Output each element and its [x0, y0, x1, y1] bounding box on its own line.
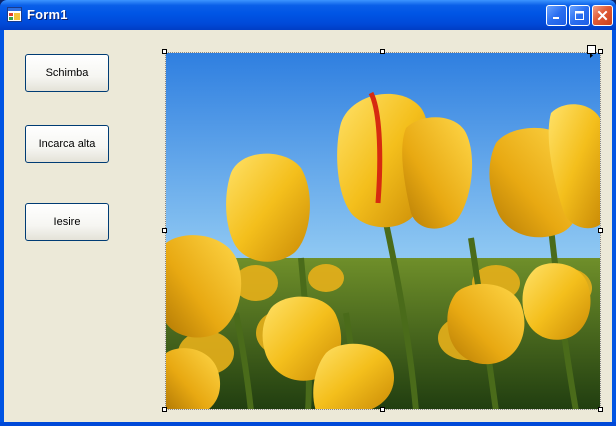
- title-bar[interactable]: Form1: [0, 0, 616, 30]
- form1-window: Form1 Schimba Incarca alta Iesire: [0, 0, 616, 426]
- resize-handle[interactable]: [380, 49, 385, 54]
- picture-box[interactable]: [165, 52, 601, 410]
- form-icon[interactable]: [7, 7, 22, 22]
- schimba-button[interactable]: Schimba: [25, 54, 109, 92]
- minimize-icon: [553, 17, 559, 19]
- resize-handle[interactable]: [598, 228, 603, 233]
- close-icon: [597, 10, 608, 21]
- window-title: Form1: [27, 7, 68, 22]
- resize-handle[interactable]: [162, 407, 167, 412]
- tulips-image: [166, 53, 600, 409]
- iesire-button[interactable]: Iesire: [25, 203, 109, 241]
- resize-handle[interactable]: [598, 49, 603, 54]
- resize-handle[interactable]: [162, 228, 167, 233]
- window-bottom-border: [0, 422, 616, 426]
- incarca-alta-button[interactable]: Incarca alta: [25, 125, 109, 163]
- minimize-button[interactable]: [546, 5, 567, 26]
- maximize-button[interactable]: [569, 5, 590, 26]
- resize-handle[interactable]: [162, 49, 167, 54]
- form-client-area: Schimba Incarca alta Iesire: [4, 30, 612, 422]
- resize-handle[interactable]: [598, 407, 603, 412]
- smart-tag-button[interactable]: [587, 45, 596, 58]
- close-button[interactable]: [592, 5, 613, 26]
- resize-handle[interactable]: [380, 407, 385, 412]
- smart-tag-arrow-icon: [590, 53, 593, 58]
- maximize-icon: [575, 11, 584, 20]
